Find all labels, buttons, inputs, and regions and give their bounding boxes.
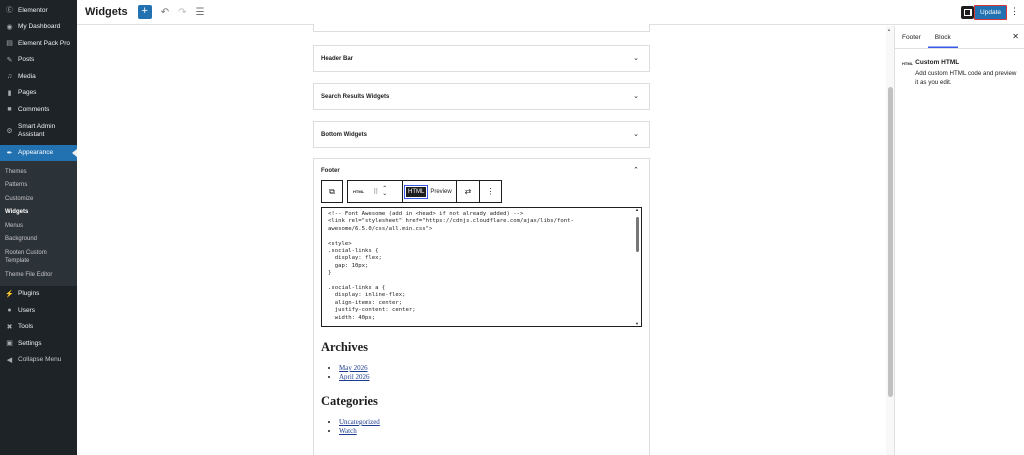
- collapse-icon: ◀: [6, 356, 13, 364]
- settings-sidebar: Footer Block ✕ HTML Custom HTML Add cust…: [894, 26, 1024, 455]
- block-options-button[interactable]: ⋮: [479, 180, 502, 203]
- categories-heading: Categories: [321, 394, 378, 408]
- tools-icon: ✖: [6, 323, 13, 331]
- transform-icon: ⇄: [464, 187, 472, 196]
- widget-area-title: Header Bar: [321, 55, 354, 62]
- pages-icon: ▮: [7, 89, 12, 97]
- tab-footer[interactable]: Footer: [895, 26, 928, 48]
- close-icon[interactable]: ✕: [1012, 32, 1019, 41]
- chevron-down-icon[interactable]: ⌄: [633, 54, 639, 62]
- pin-icon: ✎: [6, 56, 13, 64]
- dashboard-icon: ◉: [6, 23, 13, 31]
- assistant-icon: ⚙: [6, 128, 13, 135]
- move-arrows-icon[interactable]: ⌃ ⌄: [382, 186, 387, 197]
- sidebar-item-elementor[interactable]: Ⓔ Elementor: [0, 2, 77, 19]
- sidebar-item-appearance[interactable]: ✒ Appearance: [0, 144, 77, 161]
- submenu-rooten-template[interactable]: Rooten Custom Template: [0, 246, 55, 268]
- submenu-background[interactable]: Background: [0, 233, 77, 247]
- sidebar-item-media[interactable]: ♫ Media: [0, 68, 77, 85]
- comments-icon: ■: [7, 105, 12, 113]
- elementor-icon: Ⓔ: [6, 7, 13, 15]
- list-view-icon[interactable]: ☰: [195, 7, 204, 18]
- archives-list: May 2026 April 2026: [339, 364, 641, 382]
- sidebar-item-users[interactable]: ● Users: [0, 302, 77, 319]
- editor-header: Widgets + ↶ ↷ ☰ Update ⋮: [77, 0, 1024, 25]
- submenu-customize[interactable]: Customize: [0, 192, 77, 206]
- add-block-button[interactable]: +: [137, 5, 152, 19]
- sidebar-item-comments[interactable]: ■ Comments: [0, 101, 77, 118]
- transform-button[interactable]: ⇄: [456, 180, 479, 203]
- canvas-scroll-thumb[interactable]: [887, 87, 893, 397]
- code-scroll-thumb[interactable]: [636, 217, 639, 252]
- more-vertical-icon: ⋮: [486, 187, 495, 196]
- chevron-up-icon[interactable]: ⌃: [633, 166, 639, 174]
- media-icon: ♫: [6, 72, 13, 80]
- submenu-theme-file-editor[interactable]: Theme File Editor: [0, 268, 77, 282]
- settings-icon: ▣: [6, 340, 13, 348]
- chevron-down-icon[interactable]: ⌄: [633, 130, 639, 138]
- html-block-icon: HTML: [902, 61, 914, 66]
- archive-link[interactable]: May 2026: [339, 364, 641, 373]
- code-scrollbar[interactable]: ▲ ▼: [635, 208, 640, 326]
- block-description: Add custom HTML code and preview it as y…: [915, 70, 1017, 86]
- scroll-up-icon[interactable]: ▲: [635, 208, 639, 212]
- archive-link[interactable]: April 2026: [339, 373, 641, 382]
- update-button[interactable]: Update: [974, 5, 1007, 20]
- sidebar-item-settings[interactable]: ▣ Settings: [0, 335, 77, 352]
- admin-sidebar: Ⓔ Elementor ◉ My Dashboard ▤ Element Pack P…: [0, 0, 77, 455]
- duplicate-icon: ⧉: [329, 186, 335, 196]
- redo-icon[interactable]: ↷: [178, 7, 186, 18]
- preview-tab[interactable]: Preview: [430, 189, 451, 195]
- users-icon: ●: [7, 306, 12, 314]
- block-name: Custom HTML: [915, 59, 960, 66]
- widget-area-title: Footer: [321, 168, 340, 174]
- chevron-down-icon[interactable]: ⌄: [633, 92, 639, 100]
- drag-handle-icon[interactable]: ⠿: [373, 188, 378, 196]
- brush-icon: ✒: [6, 149, 13, 157]
- block-toolbar: ⧉ HTML ⠿ ⌃ ⌄ HTML Preview ⇄ ⋮: [321, 180, 502, 203]
- sidebar-item-pages[interactable]: ▮ Pages: [0, 85, 77, 102]
- sidebar-item-plugins[interactable]: ⚡ Plugins: [0, 286, 77, 303]
- category-link[interactable]: Watch: [339, 427, 641, 436]
- html-preview-switch: HTML Preview: [402, 180, 456, 203]
- block-type-button[interactable]: HTML ⠿ ⌃ ⌄: [347, 180, 402, 203]
- plugins-icon: ⚡: [5, 290, 14, 298]
- sidebar-item-collapse[interactable]: ◀ Collapse Menu: [0, 352, 77, 369]
- submenu-themes[interactable]: Themes: [0, 165, 77, 179]
- sidebar-item-tools[interactable]: ✖ Tools: [0, 319, 77, 336]
- appearance-submenu: Themes Patterns Customize Widgets Menus …: [0, 161, 77, 286]
- widget-area-search-results[interactable]: Search Results Widgets ⌄: [313, 83, 650, 110]
- tab-block[interactable]: Block: [928, 26, 958, 48]
- canvas-scroll-up-icon[interactable]: ▲: [887, 27, 891, 32]
- sidebar-item-posts[interactable]: ✎ Posts: [0, 52, 77, 69]
- widget-area-title: Search Results Widgets: [321, 93, 390, 100]
- submenu-widgets[interactable]: Widgets: [0, 206, 77, 220]
- sidebar-item-dashboard[interactable]: ◉ My Dashboard: [0, 19, 77, 36]
- scroll-down-icon[interactable]: ▼: [635, 321, 639, 326]
- widget-area-title: Bottom Widgets: [321, 131, 367, 138]
- undo-icon[interactable]: ↶: [161, 7, 169, 18]
- block-type-label: HTML: [353, 189, 365, 194]
- sidebar-item-element-pack[interactable]: ▤ Element Pack Pro: [0, 35, 77, 52]
- categories-list: Uncategorized Watch: [339, 418, 641, 436]
- html-tab[interactable]: HTML: [403, 184, 429, 199]
- category-link[interactable]: Uncategorized: [339, 418, 641, 427]
- settings-tabs: Footer Block ✕: [895, 26, 1024, 49]
- block-card: HTML Custom HTML Add custom HTML code an…: [895, 49, 1024, 97]
- html-code[interactable]: <!-- Font Awesome (add in <head> if not …: [322, 208, 641, 325]
- more-options-icon[interactable]: ⋮: [1010, 6, 1019, 17]
- settings-panel-toggle-icon[interactable]: [961, 6, 974, 19]
- archives-heading: Archives: [321, 340, 368, 354]
- widget-area-header-bar[interactable]: Header Bar ⌄: [313, 45, 650, 72]
- submenu-patterns[interactable]: Patterns: [0, 179, 77, 193]
- element-pack-icon: ▤: [6, 40, 13, 48]
- sidebar-item-smart-admin[interactable]: ⚙ Smart Admin Assistant: [0, 118, 77, 145]
- widget-area-partial: [313, 24, 650, 32]
- widget-preview: Archives May 2026 April 2026 Categories …: [321, 340, 641, 448]
- widget-area-bottom-widgets[interactable]: Bottom Widgets ⌄: [313, 121, 650, 148]
- page-title: Widgets: [85, 6, 128, 18]
- submenu-menus[interactable]: Menus: [0, 219, 77, 233]
- block-switcher-button[interactable]: ⧉: [321, 180, 343, 203]
- html-code-editor[interactable]: <!-- Font Awesome (add in <head> if not …: [321, 207, 642, 327]
